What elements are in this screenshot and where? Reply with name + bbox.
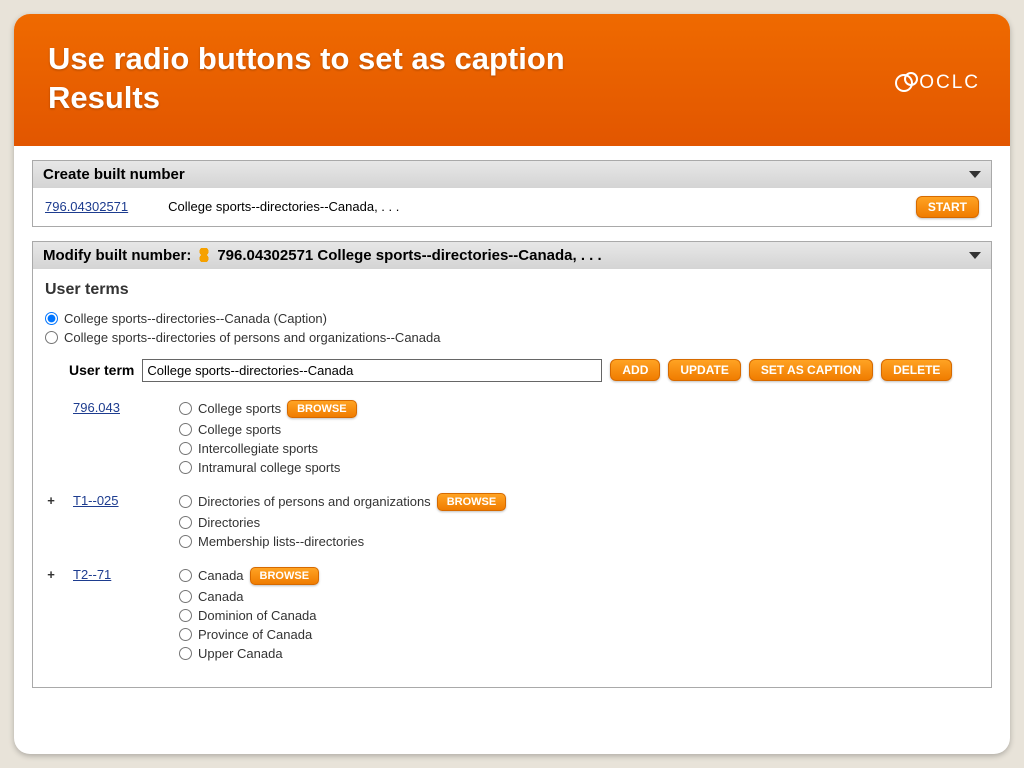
slide-frame: Use radio buttons to set as caption Resu…: [14, 14, 1010, 754]
oclc-mark-icon: [895, 74, 913, 92]
term-option-label: College sports: [198, 422, 281, 437]
brand-logo: OCLC: [895, 72, 980, 94]
term-option-radio[interactable]: [179, 423, 192, 436]
modify-marker-icon: [199, 248, 209, 262]
term-option-radio[interactable]: [179, 647, 192, 660]
modify-panel: Modify built number: 796.04302571 Colleg…: [32, 241, 992, 688]
user-term-radio-alt[interactable]: [45, 331, 58, 344]
term-option-radio[interactable]: [179, 442, 192, 455]
term-option-label: Province of Canada: [198, 627, 312, 642]
modify-panel-header[interactable]: Modify built number: 796.04302571 Colleg…: [33, 242, 991, 269]
browse-button[interactable]: BROWSE: [437, 493, 507, 511]
content-area: Create built number 796.04302571 College…: [14, 146, 1010, 688]
user-term-input[interactable]: [142, 359, 602, 382]
term-option-label: Intercollegiate sports: [198, 441, 318, 456]
chevron-down-icon: [969, 252, 981, 259]
term-option-radio[interactable]: [179, 402, 192, 415]
term-option-list: College sports BROWSE College sports Interc…: [179, 400, 357, 475]
term-option-label: Upper Canada: [198, 646, 283, 661]
term-option-radio[interactable]: [179, 628, 192, 641]
term-option-radio[interactable]: [179, 461, 192, 474]
expand-plus-icon[interactable]: +: [45, 567, 57, 582]
term-block: 796.043College sportsBROWSECollege sport…: [45, 400, 979, 475]
user-term-label: User term: [69, 362, 134, 378]
create-panel: Create built number 796.04302571 College…: [32, 160, 992, 227]
term-option-label: Canada: [198, 568, 244, 583]
term-option-label: Directories: [198, 515, 260, 530]
browse-button[interactable]: BROWSE: [250, 567, 320, 585]
term-option-radio[interactable]: [179, 590, 192, 603]
radio-caption-label: College sports--directories--Canada (Cap…: [64, 311, 327, 326]
term-option-radio[interactable]: [179, 609, 192, 622]
update-button[interactable]: UPDATE: [668, 359, 740, 381]
term-option-radio[interactable]: [179, 516, 192, 529]
built-number-link[interactable]: 796.04302571: [45, 199, 128, 214]
create-panel-header[interactable]: Create built number: [33, 161, 991, 188]
user-term-radio-caption[interactable]: [45, 312, 58, 325]
set-as-caption-button[interactable]: SET AS CAPTION: [749, 359, 873, 381]
term-option-list: Canada BROWSE Canada Dominion of Canada Prov…: [179, 567, 319, 661]
term-option-radio[interactable]: [179, 495, 192, 508]
term-code-link[interactable]: T1--025: [73, 493, 119, 508]
page-title: Use radio buttons to set as caption Resu…: [48, 40, 976, 118]
add-button[interactable]: ADD: [610, 359, 660, 381]
term-code-link[interactable]: T2--71: [73, 567, 111, 582]
start-button[interactable]: START: [916, 196, 979, 218]
term-option-label: Membership lists--directories: [198, 534, 364, 549]
user-terms-title: User terms: [45, 281, 979, 299]
term-option-list: Directories of persons and organizations…: [179, 493, 506, 549]
term-option-radio[interactable]: [179, 569, 192, 582]
built-number-description: College sports--directories--Canada, . .…: [168, 199, 399, 214]
term-block: + T2--71 Canada BROWSE Canada Dominion of Can…: [45, 567, 979, 661]
term-block: + T1--025 Directories of persons and organ…: [45, 493, 979, 549]
term-code-link[interactable]: 796.043: [73, 400, 120, 415]
term-option-label: Directories of persons and organizations: [198, 494, 431, 509]
term-option-label: Dominion of Canada: [198, 608, 317, 623]
term-option-radio[interactable]: [179, 535, 192, 548]
term-option-label: Intramural college sports: [198, 460, 340, 475]
chevron-down-icon: [969, 171, 981, 178]
browse-button[interactable]: BROWSE: [287, 400, 357, 418]
expand-plus-icon[interactable]: +: [45, 493, 57, 508]
radio-alt-label: College sports--directories of persons a…: [64, 330, 440, 345]
term-option-label: College sports: [198, 401, 281, 416]
banner: Use radio buttons to set as caption Resu…: [14, 14, 1010, 146]
delete-button[interactable]: DELETE: [881, 359, 952, 381]
term-option-label: Canada: [198, 589, 244, 604]
